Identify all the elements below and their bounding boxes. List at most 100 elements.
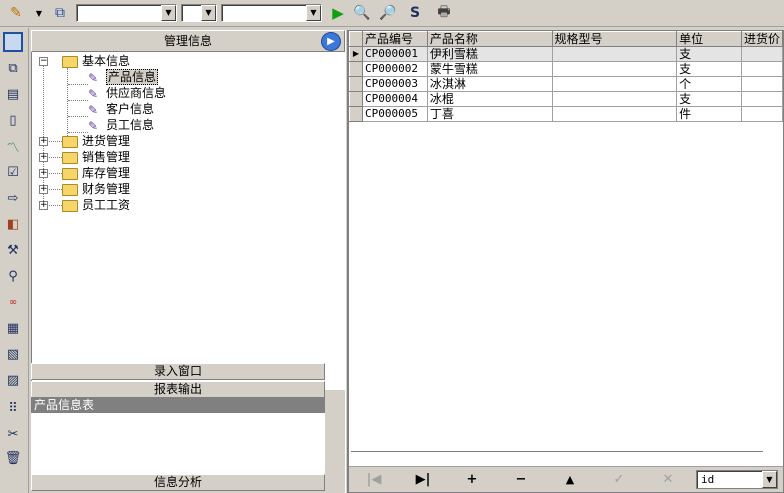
window-icon[interactable] xyxy=(3,32,23,52)
table-row[interactable]: CP000002 蒙牛雪糕 支 xyxy=(349,61,784,77)
column-header-name[interactable]: 产品名称 xyxy=(426,31,553,47)
cell-name[interactable]: 伊利雪糕 xyxy=(427,46,553,62)
cell-code[interactable]: CP000001 xyxy=(362,46,428,62)
cell-spec[interactable] xyxy=(552,91,678,107)
cell-spec[interactable] xyxy=(552,61,678,77)
replace-icon[interactable]: S xyxy=(405,3,425,23)
table-row[interactable]: CP000003 冰淇淋 个 xyxy=(349,76,784,92)
tree-node-product-info[interactable]: ✎ 产品信息 xyxy=(88,69,159,85)
tree-node-inventory[interactable]: 库存管理 xyxy=(62,165,130,181)
insert-record-button[interactable]: + xyxy=(449,470,495,490)
tree-node-purchase[interactable]: 进货管理 xyxy=(62,133,130,149)
tree-node-finance[interactable]: 财务管理 xyxy=(62,181,130,197)
report-icon[interactable]: ▧ xyxy=(3,344,23,364)
cell-price[interactable] xyxy=(741,61,784,77)
cell-price[interactable] xyxy=(741,91,784,107)
cell-name[interactable]: 蒙牛雪糕 xyxy=(427,61,553,77)
print-preview-icon[interactable]: ▨ xyxy=(3,370,23,390)
chevron-down-icon[interactable]: ▼ xyxy=(201,5,216,21)
delete-record-button[interactable]: − xyxy=(498,470,544,490)
expand-icon[interactable]: + xyxy=(39,153,48,162)
cell-spec[interactable] xyxy=(552,46,678,62)
tree-node-employee-info[interactable]: ✎ 员工信息 xyxy=(88,117,154,133)
trash-icon[interactable]: 🗑 xyxy=(3,448,23,468)
cell-name[interactable]: 丁喜 xyxy=(427,106,553,122)
tree-node-label: 销售管理 xyxy=(82,150,131,164)
check-doc-icon[interactable]: ☑ xyxy=(3,162,23,182)
toolbar-combo-1[interactable]: ▼ xyxy=(76,4,177,22)
export-icon[interactable]: ⇨ xyxy=(3,188,23,208)
cell-name[interactable]: 冰淇淋 xyxy=(427,76,553,92)
cell-code[interactable]: CP000005 xyxy=(362,106,428,122)
cancel-record-button[interactable]: ✕ xyxy=(645,470,691,490)
cell-unit[interactable]: 支 xyxy=(676,46,742,62)
chevron-down-icon[interactable]: ▼ xyxy=(762,471,777,488)
column-header-code[interactable]: 产品编号 xyxy=(361,31,428,47)
preview-icon[interactable]: ⧉ xyxy=(50,3,70,23)
column-header-price[interactable]: 进货价 xyxy=(740,31,784,47)
cell-price[interactable] xyxy=(741,76,784,92)
expand-icon[interactable]: + xyxy=(39,169,48,178)
accordion-report-output[interactable]: 报表输出 xyxy=(31,381,325,398)
cell-unit[interactable]: 件 xyxy=(676,106,742,122)
list-icon[interactable]: ▤ xyxy=(3,84,23,104)
expand-icon[interactable]: + xyxy=(39,137,48,146)
tree-link-icon[interactable]: ⧉ xyxy=(3,58,23,78)
find-next-icon[interactable]: 🔎 xyxy=(378,3,398,23)
layers-icon[interactable]: ◧ xyxy=(3,214,23,234)
last-record-button[interactable]: ▶| xyxy=(400,470,446,490)
row-indicator xyxy=(349,61,363,77)
cell-price[interactable] xyxy=(741,106,784,122)
tools-icon[interactable]: ⚒ xyxy=(3,240,23,260)
cell-spec[interactable] xyxy=(552,106,678,122)
folder-icon xyxy=(62,151,78,164)
collapse-panel-button[interactable]: ▶ xyxy=(321,32,341,51)
chevron-down-icon[interactable]: ▼ xyxy=(161,5,176,21)
dots-icon[interactable]: ∞ xyxy=(3,292,23,312)
tree-node-supplier-info[interactable]: ✎ 供应商信息 xyxy=(88,85,166,101)
document-icon[interactable]: ▯ xyxy=(3,110,23,130)
dropdown-arrow-icon[interactable]: ▼ xyxy=(34,3,44,23)
edit-record-button[interactable]: ▲ xyxy=(547,470,593,490)
chevron-down-icon[interactable]: ▼ xyxy=(306,5,321,21)
collapse-icon[interactable]: − xyxy=(39,57,48,66)
grid-icon[interactable]: ⠿ xyxy=(3,398,23,418)
toolbar-combo-2[interactable]: ▼ xyxy=(181,4,217,22)
accordion-entry-window[interactable]: 录入窗口 xyxy=(31,363,325,380)
field-select-value: id xyxy=(701,473,715,486)
tree-node-sales[interactable]: 销售管理 xyxy=(62,149,130,165)
search-people-icon[interactable]: ⚲ xyxy=(3,266,23,286)
cell-code[interactable]: CP000003 xyxy=(362,76,428,92)
field-select[interactable]: id ▼ xyxy=(696,470,778,489)
cell-price[interactable] xyxy=(741,46,784,62)
column-header-spec[interactable]: 规格型号 xyxy=(551,31,678,47)
cell-code[interactable]: CP000004 xyxy=(362,91,428,107)
table-row[interactable]: CP000005 丁喜 件 xyxy=(349,106,784,122)
cell-unit[interactable]: 支 xyxy=(676,61,742,77)
expand-icon[interactable]: + xyxy=(39,185,48,194)
print-icon[interactable]: 🖶 xyxy=(434,3,454,23)
pencil-icon[interactable]: ✎ xyxy=(6,3,26,23)
tree-node-customer-info[interactable]: ✎ 客户信息 xyxy=(88,101,154,117)
edit-tools-icon[interactable]: ✂ xyxy=(3,424,23,444)
cell-spec[interactable] xyxy=(552,76,678,92)
run-icon[interactable]: ▶ xyxy=(328,3,348,23)
first-record-button[interactable]: |◀ xyxy=(351,470,397,490)
accordion-info-analysis[interactable]: 信息分析 xyxy=(31,474,325,491)
cell-unit[interactable]: 个 xyxy=(676,76,742,92)
chart-icon[interactable]: 〽 xyxy=(3,136,23,156)
cell-code[interactable]: CP000002 xyxy=(362,61,428,77)
form-icon[interactable]: ▦ xyxy=(3,318,23,338)
tree-node-basic-info[interactable]: 基本信息 xyxy=(62,53,130,69)
cell-unit[interactable]: 支 xyxy=(676,91,742,107)
report-item-product-table[interactable]: 产品信息表 xyxy=(31,397,325,413)
post-record-button[interactable]: ✓ xyxy=(596,470,642,490)
table-row[interactable]: ▶ CP000001 伊利雪糕 支 xyxy=(349,46,784,62)
column-header-unit[interactable]: 单位 xyxy=(676,31,742,47)
toolbar-combo-3[interactable]: ▼ xyxy=(221,4,322,22)
tree-node-payroll[interactable]: 员工工资 xyxy=(62,197,130,213)
find-icon[interactable]: 🔍 xyxy=(352,3,372,23)
cell-name[interactable]: 冰棍 xyxy=(427,91,553,107)
expand-icon[interactable]: + xyxy=(39,201,48,210)
table-row[interactable]: CP000004 冰棍 支 xyxy=(349,91,784,107)
